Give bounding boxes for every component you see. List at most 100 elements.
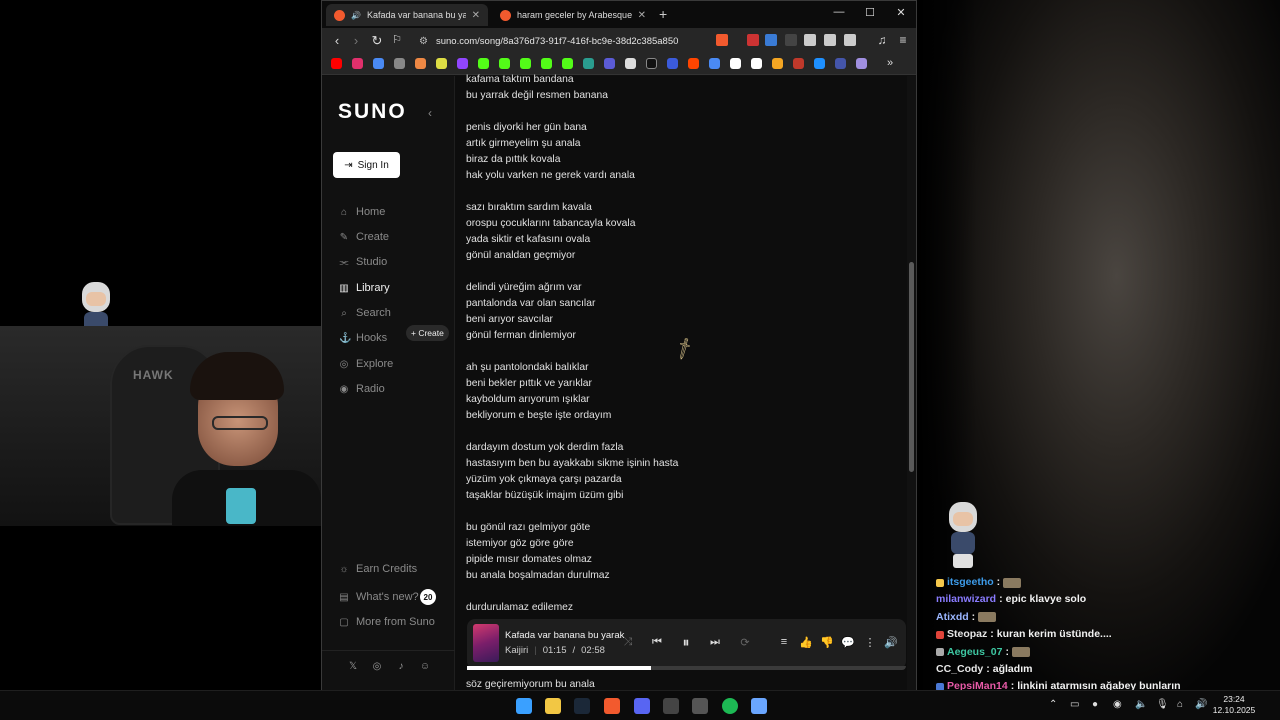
network-icon[interactable]: ⌂ bbox=[1177, 699, 1183, 710]
tray-overflow-icon[interactable]: ⌃ bbox=[1049, 699, 1057, 710]
sidebar-footer-more[interactable]: ▢ More from Suno bbox=[339, 616, 435, 628]
bookmark-icon[interactable] bbox=[541, 58, 552, 69]
steam-tray-icon[interactable]: ◉ bbox=[1113, 699, 1122, 710]
bookmark-icon[interactable] bbox=[835, 58, 846, 69]
bookmark-icon[interactable] bbox=[793, 58, 804, 69]
site-info-icon[interactable]: ⚙ bbox=[419, 36, 428, 47]
track-artist[interactable]: Kaijiri bbox=[505, 645, 528, 656]
bookmark-icon[interactable] bbox=[625, 58, 636, 69]
bookmark-icon[interactable] bbox=[583, 58, 594, 69]
kick-bookmark-icon[interactable] bbox=[520, 58, 531, 69]
extension-icon[interactable] bbox=[747, 34, 759, 46]
sign-in-button[interactable]: ⇥ Sign In bbox=[333, 152, 400, 178]
queue-icon[interactable]: ≡ bbox=[777, 636, 791, 648]
instagram-bookmark-icon[interactable] bbox=[352, 58, 363, 69]
volume-icon[interactable]: 🔊 bbox=[884, 636, 898, 649]
forward-icon[interactable]: › bbox=[348, 33, 364, 48]
sidebar-item-studio[interactable]: ⫘ Studio bbox=[339, 256, 388, 268]
discord-icon[interactable]: ☺ bbox=[419, 661, 431, 672]
sidebar-item-library[interactable]: ▥ Library bbox=[339, 282, 389, 294]
youtube-bookmark-icon[interactable] bbox=[331, 58, 342, 69]
close-window-button[interactable]: ✕ bbox=[894, 6, 908, 19]
sidebar-footer-news[interactable]: ▤ What's new? bbox=[339, 591, 418, 603]
sidebar-icon[interactable] bbox=[844, 34, 856, 46]
tab-suno-song[interactable]: 🔊 Kafada var banana bu yarak d ✕ bbox=[326, 4, 488, 26]
kick-bookmark-icon[interactable] bbox=[478, 58, 489, 69]
more-options-icon[interactable]: ⋮ bbox=[863, 636, 877, 649]
spotify-icon[interactable] bbox=[722, 698, 738, 714]
track-cover-art[interactable] bbox=[473, 624, 499, 662]
close-tab-icon[interactable]: ✕ bbox=[472, 10, 480, 21]
discord-icon[interactable] bbox=[634, 698, 650, 714]
bookmark-icon[interactable]: ⚐ bbox=[389, 33, 405, 46]
collapse-sidebar-icon[interactable]: ‹ bbox=[428, 106, 432, 120]
twitch-bookmark-icon[interactable] bbox=[457, 58, 468, 69]
app-icon[interactable] bbox=[751, 698, 767, 714]
extension-icon[interactable] bbox=[804, 34, 816, 46]
x-bookmark-icon[interactable] bbox=[646, 58, 657, 69]
address-bar[interactable]: ⚙ suno.com/song/8a376d73-91f7-416f-bc9e-… bbox=[415, 31, 707, 51]
web-bookmark-icon[interactable] bbox=[394, 58, 405, 69]
chat-username[interactable]: Steopaz bbox=[947, 626, 987, 643]
back-icon[interactable]: ‹ bbox=[329, 33, 345, 48]
suno-logo[interactable]: SUNO bbox=[338, 100, 407, 124]
bookmarks-overflow-icon[interactable]: » bbox=[887, 57, 893, 69]
media-icon[interactable]: ♫ bbox=[874, 33, 890, 47]
brave-shields-icon[interactable] bbox=[716, 34, 728, 46]
bookmark-icon[interactable] bbox=[604, 58, 615, 69]
close-tab-icon[interactable]: ✕ bbox=[638, 10, 646, 21]
sidebar-item-home[interactable]: ⌂ Home bbox=[339, 206, 385, 218]
minimize-button[interactable]: — bbox=[832, 6, 846, 18]
like-icon[interactable]: 👍 bbox=[799, 636, 813, 649]
volume-tray-icon[interactable]: 🔊 bbox=[1195, 699, 1207, 710]
kick-bookmark-icon[interactable] bbox=[562, 58, 573, 69]
bookmark-icon[interactable] bbox=[856, 58, 867, 69]
sidebar-item-explore[interactable]: ◎ Explore bbox=[339, 358, 394, 370]
brave-browser-icon[interactable] bbox=[604, 698, 620, 714]
steam-icon[interactable] bbox=[574, 698, 590, 714]
bookmark-icon[interactable] bbox=[730, 58, 741, 69]
sidebar-footer-credits[interactable]: ☼ Earn Credits bbox=[339, 563, 417, 575]
maximize-button[interactable]: ☐ bbox=[863, 6, 877, 19]
bookmark-icon[interactable] bbox=[709, 58, 720, 69]
system-clock[interactable]: 23:24 12.10.2025 bbox=[1212, 694, 1256, 716]
bookmark-icon[interactable] bbox=[415, 58, 426, 69]
comment-icon[interactable]: 💬 bbox=[841, 636, 855, 649]
app-icon[interactable] bbox=[663, 698, 679, 714]
tray-app-icon[interactable]: ● bbox=[1092, 699, 1098, 710]
tab-haram-geceler[interactable]: haram geceler by ArabesqueClassica ✕ bbox=[492, 4, 654, 26]
x-icon[interactable]: 𝕏 bbox=[347, 661, 359, 672]
extension-icon[interactable] bbox=[785, 34, 797, 46]
extension-icon[interactable] bbox=[765, 34, 777, 46]
next-track-icon[interactable]: ⏭ bbox=[708, 636, 722, 649]
translate-bookmark-icon[interactable] bbox=[373, 58, 384, 69]
microphone-icon[interactable]: 🎙 bbox=[1156, 699, 1169, 710]
obs-icon[interactable] bbox=[692, 698, 708, 714]
bookmark-icon[interactable] bbox=[814, 58, 825, 69]
dislike-icon[interactable]: 👎 bbox=[820, 636, 834, 649]
pause-icon[interactable]: ⏸ bbox=[679, 634, 693, 651]
page-scrollbar[interactable] bbox=[907, 76, 916, 690]
amazon-bookmark-icon[interactable] bbox=[751, 58, 762, 69]
reddit-bookmark-icon[interactable] bbox=[688, 58, 699, 69]
audio-playing-icon[interactable]: 🔊 bbox=[351, 11, 361, 20]
chat-username[interactable]: itsgeetho bbox=[947, 574, 994, 591]
chat-username[interactable]: milanwizard bbox=[936, 591, 996, 608]
file-explorer-icon[interactable] bbox=[545, 698, 561, 714]
reload-icon[interactable]: ↻ bbox=[369, 33, 385, 49]
new-tab-button[interactable]: + bbox=[659, 6, 667, 22]
speaker-icon[interactable]: 🔈 bbox=[1135, 699, 1147, 710]
sidebar-item-search[interactable]: ⌕ Search bbox=[339, 307, 391, 319]
shuffle-icon[interactable]: ⤨ bbox=[621, 636, 635, 649]
playback-progress-bar[interactable] bbox=[467, 666, 906, 670]
kick-bookmark-icon[interactable] bbox=[499, 58, 510, 69]
repeat-icon[interactable]: ⟳ bbox=[738, 636, 752, 649]
extensions-puzzle-icon[interactable] bbox=[824, 34, 836, 46]
tiktok-icon[interactable]: ♪ bbox=[395, 661, 407, 672]
sidebar-item-create[interactable]: ✎ Create bbox=[339, 231, 389, 243]
track-title[interactable]: Kafada var banana bu yarak bbox=[505, 630, 624, 641]
hooks-create-button[interactable]: + Create bbox=[406, 325, 449, 341]
bookmark-icon[interactable] bbox=[436, 58, 447, 69]
battery-icon[interactable]: ▭ bbox=[1070, 699, 1079, 710]
chat-username[interactable]: CC_Cody bbox=[936, 661, 983, 678]
